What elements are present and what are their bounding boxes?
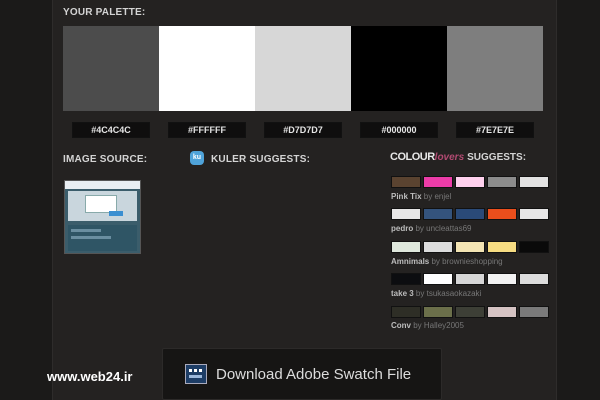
suggestion-2-chip — [391, 208, 421, 220]
suggestion-1-chip — [455, 176, 485, 188]
hex-value-5[interactable]: #7E7E7E — [456, 122, 534, 138]
adobe-swatch-file-icon — [185, 364, 207, 384]
download-swatch-label: Download Adobe Swatch File — [216, 365, 412, 383]
suggestion-5-chip — [423, 306, 453, 318]
colourlovers-logo-lovers: lovers — [434, 152, 465, 163]
suggestion-caption-3: Amnimals by brownieshopping — [391, 257, 503, 266]
suggestion-2-chip — [423, 208, 453, 220]
image-source-thumbnail[interactable] — [64, 180, 141, 254]
hex-value-3[interactable]: #D7D7D7 — [264, 122, 342, 138]
image-source-heading: IMAGE SOURCE: — [63, 154, 148, 165]
suggestion-3-chip — [423, 241, 453, 253]
suggestion-3-name[interactable]: Amnimals — [391, 257, 429, 266]
suggestion-5-author[interactable]: by Halley2005 — [413, 321, 464, 330]
suggestion-3-author[interactable]: by brownieshopping — [431, 257, 502, 266]
suggestion-2-chip — [519, 208, 549, 220]
suggestion-3-chip — [455, 241, 485, 253]
suggestion-5-chip — [455, 306, 485, 318]
suggestion-5-name[interactable]: Conv — [391, 321, 411, 330]
swatch-4[interactable] — [351, 26, 447, 111]
suggestion-caption-4: take 3 by tsukasaokazaki — [391, 289, 481, 298]
suggestion-2-chip — [455, 208, 485, 220]
suggestion-1-chip — [423, 176, 453, 188]
suggestion-4-author[interactable]: by tsukasaokazaki — [416, 289, 481, 298]
suggestion-palette-2[interactable] — [391, 208, 551, 220]
suggestion-5-chip — [519, 306, 549, 318]
suggestion-3-chip — [487, 241, 517, 253]
suggestion-1-author[interactable]: by enjel — [424, 192, 452, 201]
swatch-1[interactable] — [63, 26, 159, 111]
suggestion-1-chip — [487, 176, 517, 188]
suggestion-4-chip — [455, 273, 485, 285]
suggestion-palette-3[interactable] — [391, 241, 551, 253]
palette-swatches — [63, 26, 543, 111]
suggestion-2-chip — [487, 208, 517, 220]
suggestion-2-author[interactable]: by uncleattas69 — [415, 224, 471, 233]
hex-value-2[interactable]: #FFFFFF — [168, 122, 246, 138]
suggestion-4-chip — [423, 273, 453, 285]
watermark-text: www.web24.ir — [47, 369, 133, 384]
suggestion-1-chip — [519, 176, 549, 188]
suggestion-4-chip — [519, 273, 549, 285]
suggestion-5-chip — [487, 306, 517, 318]
suggestion-palette-4[interactable] — [391, 273, 551, 285]
suggestion-caption-1: Pink Tix by enjel — [391, 192, 451, 201]
download-swatch-button[interactable]: Download Adobe Swatch File — [162, 348, 442, 400]
swatch-5[interactable] — [447, 26, 543, 111]
suggestion-caption-2: pedro by uncleattas69 — [391, 224, 472, 233]
hex-value-4[interactable]: #000000 — [360, 122, 438, 138]
palette-hex-values: #4C4C4C #FFFFFF #D7D7D7 #000000 #7E7E7E — [63, 122, 543, 138]
suggestion-4-chip — [391, 273, 421, 285]
hex-value-1[interactable]: #4C4C4C — [72, 122, 150, 138]
suggestion-palette-5[interactable] — [391, 306, 551, 318]
colourlovers-heading: COLOURlovers SUGGESTS: — [390, 151, 526, 163]
suggestion-1-chip — [391, 176, 421, 188]
kuler-heading: KULER SUGGESTS: — [211, 154, 311, 165]
palette-heading: YOUR PALETTE: — [63, 7, 146, 18]
suggestion-3-chip — [391, 241, 421, 253]
suggestion-4-name[interactable]: take 3 — [391, 289, 414, 298]
suggestion-caption-5: Conv by Halley2005 — [391, 321, 464, 330]
suggestion-palette-1[interactable] — [391, 176, 551, 188]
colourlovers-logo-colour: COLOUR — [390, 151, 435, 163]
suggestion-5-chip — [391, 306, 421, 318]
swatch-2[interactable] — [159, 26, 255, 111]
suggestion-1-name[interactable]: Pink Tix — [391, 192, 422, 201]
suggestion-2-name[interactable]: pedro — [391, 224, 413, 233]
suggestion-3-chip — [519, 241, 549, 253]
colourlovers-suggests-label: SUGGESTS: — [467, 152, 527, 163]
suggestion-4-chip — [487, 273, 517, 285]
swatch-3[interactable] — [255, 26, 351, 111]
kuler-icon: ku — [190, 151, 204, 165]
